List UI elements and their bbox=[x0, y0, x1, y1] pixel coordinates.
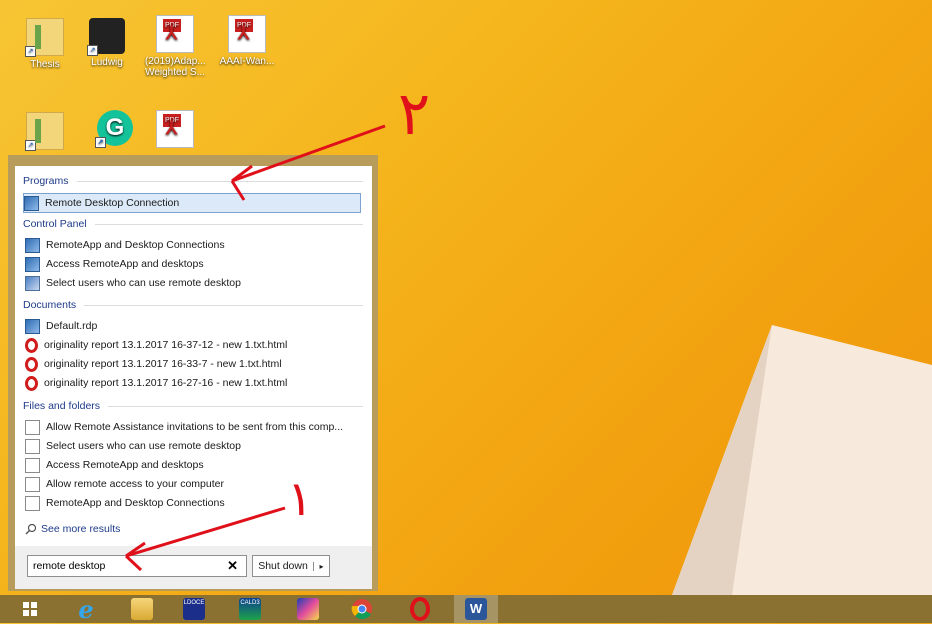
taskbar-file-explorer[interactable] bbox=[120, 595, 164, 623]
annotation-layer: ۲ ۱ bbox=[124, 79, 430, 572]
opera-icon bbox=[410, 597, 430, 621]
annotation-step-one: ۱ bbox=[287, 471, 313, 527]
ie-icon: e bbox=[78, 594, 94, 624]
butterfly-icon bbox=[297, 598, 319, 620]
taskbar-chrome[interactable] bbox=[340, 595, 384, 623]
chrome-icon bbox=[351, 599, 372, 620]
taskbar-internet-explorer[interactable]: e bbox=[64, 594, 108, 624]
annotation-arrow-two bbox=[231, 124, 386, 183]
taskbar-word[interactable]: W bbox=[454, 595, 498, 623]
taskbar-opera[interactable] bbox=[398, 595, 442, 623]
taskbar-cald[interactable]: CALD3 bbox=[228, 595, 272, 623]
taskbar: e LDOCE CALD3 W bbox=[0, 594, 932, 624]
windows-icon bbox=[23, 602, 37, 616]
annotation-step-two: ۲ bbox=[398, 79, 430, 149]
ldoce-icon: LDOCE bbox=[183, 598, 205, 620]
start-button[interactable] bbox=[8, 595, 52, 623]
word-icon: W bbox=[465, 598, 487, 620]
taskbar-ldoce[interactable]: LDOCE bbox=[172, 595, 216, 623]
cald-icon: CALD3 bbox=[239, 598, 261, 620]
annotation-arrow-one bbox=[125, 506, 286, 558]
folder-icon bbox=[131, 598, 153, 620]
annotation-arrowhead-icon bbox=[230, 164, 253, 201]
taskbar-app-butterfly[interactable] bbox=[286, 595, 330, 623]
